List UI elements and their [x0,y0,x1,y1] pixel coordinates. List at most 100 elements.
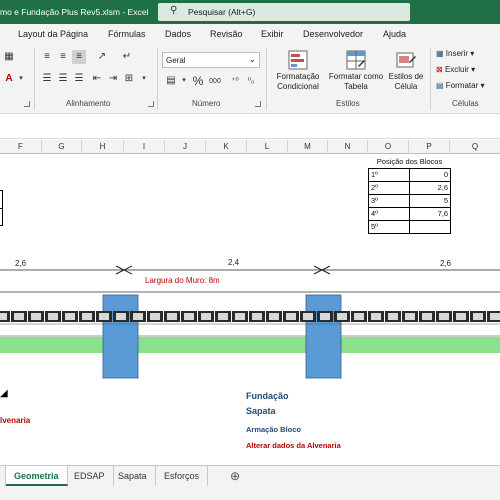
ribbon-tabs: Layout da Página Fórmulas Dados Revisão … [0,24,500,44]
alignment-dialog-launcher[interactable] [148,101,154,107]
align-center-icon[interactable]: ☰ [56,72,70,86]
sheet-tab-sapata[interactable]: Sapata [110,466,156,486]
masonry-block-hole [201,313,211,320]
wrap-text-icon[interactable]: ↵ [120,50,134,64]
insert-button[interactable]: ▦ Inserir ▾ [436,49,474,58]
column-header[interactable]: I [124,140,165,154]
tab-review[interactable]: Revisão [210,29,243,39]
alterar-alvenaria-link[interactable]: Alterar dados da Alvenaria [246,441,341,450]
masonry-block-hole [439,313,449,320]
table-row: 3º 5 [368,193,451,208]
table-cell[interactable] [409,219,451,234]
number-format-select[interactable]: Geral ⌄ [162,52,260,68]
border-icon[interactable]: ▦ [2,50,16,64]
merge-center-icon[interactable]: ⊞ [122,72,136,86]
align-left-icon[interactable]: ☰ [40,72,54,86]
align-right-icon[interactable]: ☰ [72,72,86,86]
cell-styles-button[interactable]: Estilos de Célula [386,50,426,92]
dimension-line [0,265,500,275]
group-label-cells: Células [452,99,479,108]
column-header[interactable]: K [206,140,247,154]
dimension-label: 2,6 [15,259,27,268]
table-row: 2º 2,6 [368,180,451,195]
chevron-down-icon[interactable]: ▾ [137,72,151,86]
delete-label: Excluir [444,65,469,74]
title-bar: mo e Fundação Plus Rev5.xlsm - Excel ⚲ P… [0,0,500,24]
table-cell[interactable]: 5º [368,219,410,234]
search-box[interactable]: ⚲ Pesquisar (Alt+G) [158,3,410,21]
search-placeholder: Pesquisar (Alt+G) [188,7,256,17]
sapata-link[interactable]: Sapata [246,406,276,416]
worksheet[interactable]: Posição dos Blocos 1º 0 2º 2,6 3º 5 4º 7,6 5… [0,155,500,465]
tab-view[interactable]: Exibir [261,29,284,39]
tab-developer[interactable]: Desenvolvedor [303,29,363,39]
tab-data[interactable]: Dados [165,29,191,39]
align-middle-icon[interactable]: ≡ [56,50,70,64]
masonry-block-hole [303,313,313,320]
column-header[interactable]: N [328,140,368,154]
increase-decimal-icon[interactable]: ⁺⁰ [228,74,242,88]
table-cell[interactable]: 5 [409,193,451,208]
cell-styles-label: Estilos de Célula [388,72,424,91]
column-header[interactable]: H [82,140,124,154]
tab-page-layout[interactable]: Layout da Página [18,29,88,39]
table-cell[interactable]: 3º [368,193,410,208]
column-header[interactable]: J [165,140,206,154]
table-cell[interactable]: 0 [409,167,451,182]
decrease-decimal-icon[interactable]: ⁰₀ [244,74,258,88]
table-cell[interactable]: 2º [368,180,410,195]
masonry-block-hole [473,313,483,320]
column-header[interactable]: P [409,140,450,154]
separator [266,48,267,110]
masonry-block-hole [320,313,330,320]
masonry-block-hole [14,313,24,320]
alvenaria-link[interactable]: lvenaria [0,416,30,425]
sheet-tabs: Geometria EDSAP Sapata Esforços ⊕ [0,465,500,500]
sheet-tab-geometria[interactable]: Geometria [6,466,68,486]
group-label-alignment: Alinhamento [66,99,111,108]
ground-strip [0,337,500,353]
armacao-link[interactable]: Armação Bloco [246,425,301,434]
masonry-block-hole [235,313,245,320]
column-header[interactable]: F [0,140,42,154]
format-button[interactable]: ▤ Formatar ▾ [436,81,485,90]
percent-button[interactable]: % [191,74,205,88]
masonry-block-hole [133,313,143,320]
add-sheet-icon[interactable]: ⊕ [230,469,240,483]
currency-icon[interactable]: ▤ [164,74,178,88]
format-as-table-icon [346,50,366,70]
font-dialog-launcher[interactable] [24,101,30,107]
masonry-block-hole [167,313,177,320]
masonry-block-hole [150,313,160,320]
delete-button[interactable]: ⊠ Excluir ▾ [436,65,475,74]
column-header[interactable]: G [42,140,82,154]
column-header[interactable]: L [247,140,288,154]
format-as-table-button[interactable]: Formatar como Tabela [326,50,386,92]
decrease-indent-icon[interactable]: ⇤ [90,72,104,86]
table-cell[interactable]: 2,6 [409,180,451,195]
table-cell[interactable]: 4º [368,206,410,221]
chevron-down-icon[interactable]: ▾ [177,74,191,88]
insert-label: Inserir [445,49,469,58]
sheet-tab-esforcos[interactable]: Esforços [156,466,209,486]
tab-formulas[interactable]: Fórmulas [108,29,146,39]
align-bottom-icon[interactable]: ≡ [72,50,86,64]
number-dialog-launcher[interactable] [255,101,261,107]
brick-icon[interactable]: ◢ [0,388,8,399]
tab-help[interactable]: Ajuda [383,29,406,39]
orientation-icon[interactable]: ↗ [95,50,109,64]
conditional-formatting-button[interactable]: Formatação Condicional [270,50,326,92]
fundacao-link[interactable]: Fundação [246,391,289,401]
column-header[interactable]: M [288,140,328,154]
masonry-block-hole [405,313,415,320]
masonry-block-hole [31,313,41,320]
column-header[interactable]: Q [450,140,500,154]
table-cell[interactable]: 7,6 [409,206,451,221]
column-header[interactable]: O [368,140,409,154]
comma-style-button[interactable]: 000 [206,75,224,89]
chevron-down-icon[interactable]: ▾ [14,72,28,86]
increase-indent-icon[interactable]: ⇥ [106,72,120,86]
table-cell[interactable]: 1º [368,167,410,182]
sheet-tab-edsap[interactable]: EDSAP [66,466,114,486]
align-top-icon[interactable]: ≡ [40,50,54,64]
